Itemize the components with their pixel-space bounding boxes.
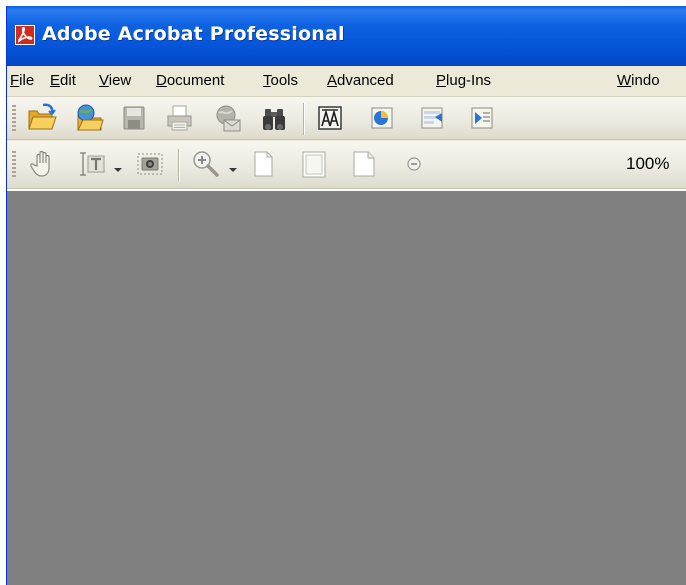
print-icon (167, 105, 192, 131)
document-pane[interactable] (7, 189, 686, 585)
fit-width-icon (353, 151, 375, 177)
menu-window[interactable]: Windo (617, 72, 660, 89)
file-toolbar (7, 97, 686, 140)
title-bar[interactable]: Adobe Acrobat Professional (7, 6, 686, 66)
print-button[interactable] (162, 101, 196, 135)
menu-plug-ins[interactable]: Plug-Ins (436, 72, 491, 89)
forms-button[interactable] (415, 101, 449, 135)
menu-file[interactable]: File (10, 72, 34, 89)
search-binoculars-icon (263, 109, 285, 130)
open-folder-icon (28, 103, 57, 130)
zoom-level-field[interactable]: 100% (626, 154, 669, 174)
menu-advanced[interactable]: Advanced (327, 72, 394, 89)
snapshot-button[interactable] (133, 147, 167, 181)
toolbar-grip[interactable] (12, 151, 16, 179)
hand-tool-button[interactable] (26, 147, 60, 181)
review-button[interactable] (365, 101, 399, 135)
menu-tools[interactable]: Tools (263, 72, 298, 89)
zoom-dropdown-chevron-down-icon[interactable] (229, 166, 237, 174)
zoom-out-icon (407, 157, 421, 171)
forms-icon (421, 107, 443, 129)
email-icon (216, 105, 241, 132)
zoom-in-button[interactable] (189, 147, 223, 181)
fit-width-button[interactable] (347, 147, 381, 181)
export-icon (471, 107, 493, 129)
menu-document[interactable]: Document (156, 72, 224, 89)
menu-view[interactable]: View (99, 72, 131, 89)
menu-edit[interactable]: Edit (50, 72, 76, 89)
export-button[interactable] (465, 101, 499, 135)
actual-size-page-icon (254, 151, 273, 177)
fit-page-icon (302, 151, 326, 178)
email-button[interactable] (210, 101, 244, 135)
toolbar-grip[interactable] (12, 105, 16, 133)
save-icon (123, 106, 145, 130)
fit-page-button[interactable] (297, 147, 331, 181)
acrobat-window: Adobe Acrobat Professional File Edit Vie… (6, 6, 686, 585)
hand-tool-icon (30, 150, 50, 177)
acrobat-logo-icon (15, 25, 35, 45)
toolbar-separator (178, 149, 179, 181)
organizer-icon (77, 104, 104, 131)
review-icon (371, 107, 393, 129)
select-tool-dropdown-chevron-down-icon[interactable] (114, 166, 122, 174)
organizer-button[interactable] (72, 101, 106, 135)
open-button[interactable] (25, 101, 59, 135)
create-pdf-icon (318, 106, 342, 130)
save-button[interactable] (116, 101, 150, 135)
window-title: Adobe Acrobat Professional (42, 23, 345, 45)
zoom-in-icon (193, 151, 219, 177)
select-text-button[interactable] (75, 147, 109, 181)
actual-size-button[interactable] (246, 147, 280, 181)
navigation-toolbar (7, 141, 686, 189)
zoom-out-button[interactable] (397, 147, 431, 181)
menu-bar: File Edit View Document Tools Advanced P… (7, 66, 686, 97)
create-pdf-button[interactable] (313, 101, 347, 135)
select-text-icon (80, 152, 105, 176)
toolbar-separator (303, 103, 304, 135)
search-button[interactable] (257, 101, 291, 135)
snapshot-icon (137, 153, 163, 175)
